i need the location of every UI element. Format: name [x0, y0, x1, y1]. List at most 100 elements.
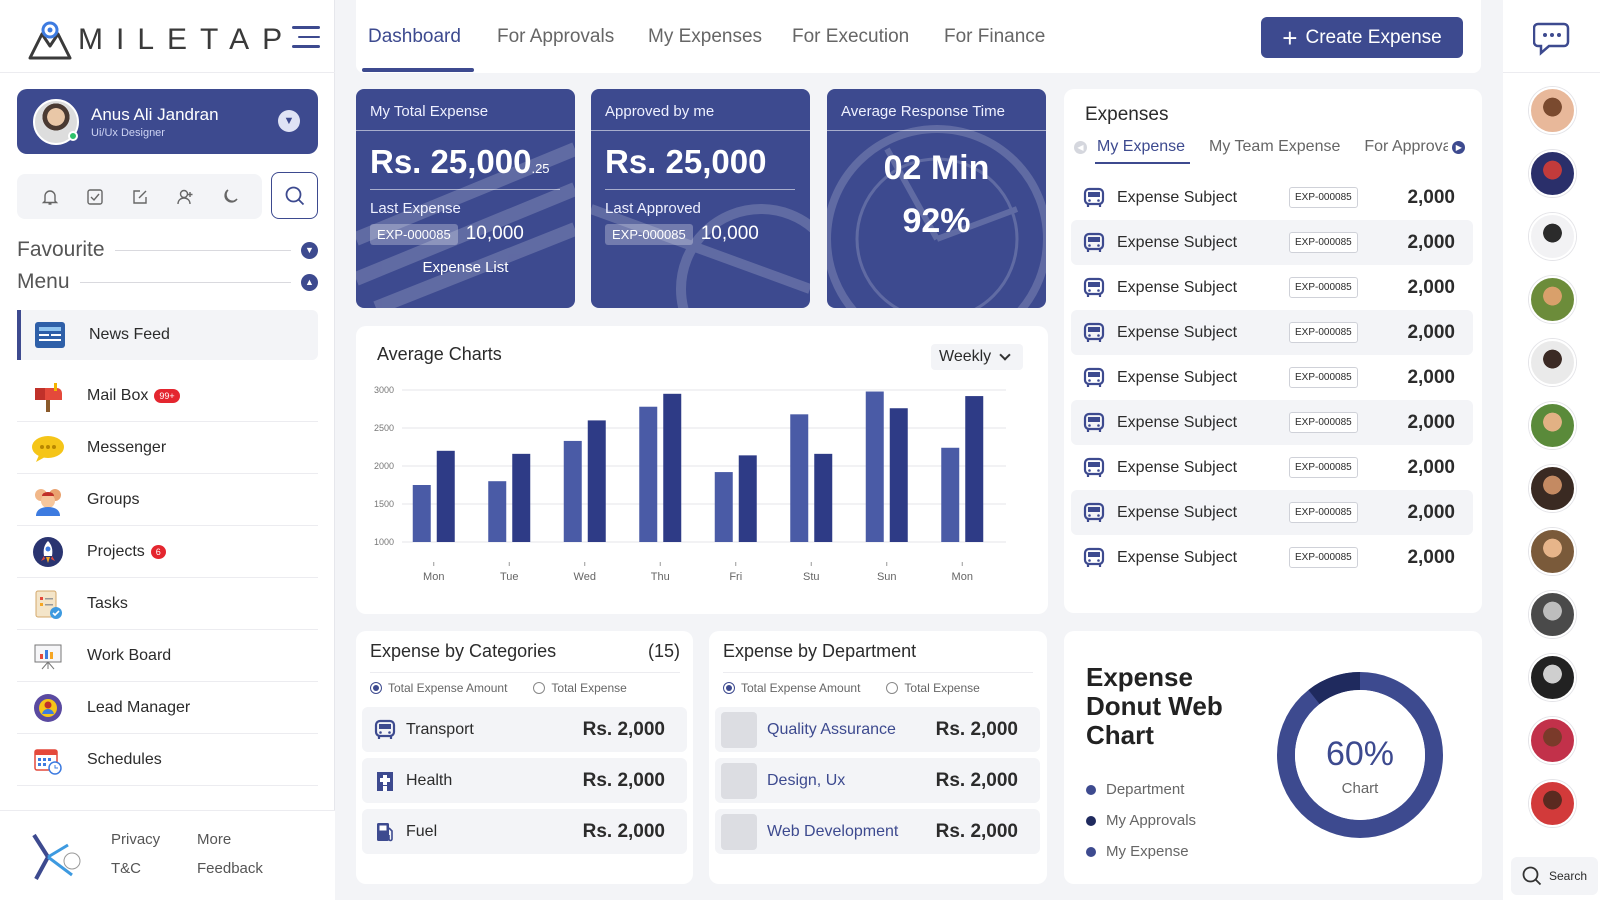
legend-label: My Expense: [1106, 843, 1189, 860]
edit-icon[interactable]: [129, 186, 151, 208]
chevron-up-icon[interactable]: ▲: [301, 273, 318, 291]
department-name[interactable]: Design, Ux: [767, 772, 845, 790]
expense-row[interactable]: Expense Subject EXP-000085 2,000: [1071, 220, 1473, 265]
sidebar-item-tasks[interactable]: Tasks: [17, 578, 318, 630]
expense-row[interactable]: Expense Subject EXP-000085 2,000: [1071, 400, 1473, 445]
tab-for-execution[interactable]: For Execution: [792, 26, 909, 48]
online-status-dot: [68, 130, 78, 141]
department-list: Quality Assurance Rs. 2,000 Design, Ux R…: [715, 707, 1040, 860]
total-expense-amount-radio[interactable]: Total Expense Amount: [370, 681, 507, 695]
contact-avatar[interactable]: [1529, 150, 1576, 197]
contact-avatar[interactable]: [1529, 213, 1576, 260]
divider: [0, 72, 335, 73]
department-row-quality-assurance[interactable]: Quality Assurance Rs. 2,000: [715, 707, 1040, 752]
tab-for-approvals[interactable]: For Approvals: [1364, 138, 1448, 156]
sidebar-item-projects[interactable]: Projects 6: [17, 526, 318, 578]
bus-icon: [1083, 547, 1105, 567]
contact-avatar[interactable]: [1529, 591, 1576, 638]
terms-link[interactable]: T&C: [111, 860, 197, 877]
average-response-time-card[interactable]: Average Response Time 02 Min 92%: [827, 89, 1046, 308]
menu-section-header[interactable]: Menu ▲: [17, 270, 318, 294]
checkbox-icon[interactable]: [84, 186, 106, 208]
bar: [865, 391, 884, 542]
contact-avatar[interactable]: [1529, 780, 1576, 827]
department-name[interactable]: Web Development: [767, 823, 898, 841]
chat-icon[interactable]: [1533, 20, 1573, 56]
expense-row[interactable]: Expense Subject EXP-000085 2,000: [1071, 265, 1473, 310]
total-expense-radio[interactable]: Total Expense: [533, 681, 627, 695]
sidebar-item-work-board[interactable]: Work Board: [17, 630, 318, 682]
category-value: Rs. 2,000: [582, 769, 665, 791]
sidebar-item-lead-manager[interactable]: Lead Manager: [17, 682, 318, 734]
last-approved-amount: 10,000: [700, 223, 759, 244]
chevron-left-icon[interactable]: ◀: [1074, 140, 1087, 154]
contact-avatar[interactable]: [1529, 87, 1576, 134]
contact-avatar[interactable]: [1529, 276, 1576, 323]
expense-row[interactable]: Expense Subject EXP-000085 2,000: [1071, 490, 1473, 535]
add-user-icon[interactable]: [174, 186, 196, 208]
contact-avatar[interactable]: [1529, 339, 1576, 386]
chevron-down-icon[interactable]: ▼: [301, 241, 318, 259]
contact-avatar[interactable]: [1529, 465, 1576, 512]
sidebar-item-label: Groups: [87, 490, 140, 508]
hamburger-menu-icon[interactable]: [292, 26, 320, 48]
legend-item-my-approvals[interactable]: My Approvals: [1086, 812, 1196, 829]
expense-subject: Expense Subject: [1117, 458, 1238, 476]
x-tick-label: Thu: [651, 571, 670, 583]
dark-mode-moon-icon[interactable]: [219, 186, 241, 208]
user-card[interactable]: Anus Ali Jandran Ui/Ux Designer ▼: [17, 89, 318, 154]
category-row-transport[interactable]: Transport Rs. 2,000: [362, 707, 687, 752]
expense-row[interactable]: Expense Subject EXP-000085 2,000: [1071, 310, 1473, 355]
expense-subject: Expense Subject: [1117, 188, 1238, 206]
chevron-down-icon[interactable]: ▼: [278, 110, 300, 132]
tab-dashboard[interactable]: Dashboard: [368, 26, 461, 48]
sidebar-item-mail-box[interactable]: Mail Box 99+: [17, 370, 318, 422]
expense-row[interactable]: Expense Subject EXP-000085 2,000: [1071, 175, 1473, 220]
tab-my-expense[interactable]: My Expense: [1097, 138, 1185, 156]
total-expense-radio[interactable]: Total Expense: [886, 681, 980, 695]
total-expense-card[interactable]: My Total Expense Rs. 25,000.25 Last Expe…: [356, 89, 575, 308]
create-expense-button[interactable]: + Create Expense: [1261, 17, 1463, 58]
contact-avatar[interactable]: [1529, 654, 1576, 701]
department-row-web-development[interactable]: Web Development Rs. 2,000: [715, 809, 1040, 854]
app-root: MILETAP Anus Ali Jandran Ui/Ux Designer …: [0, 0, 1600, 900]
category-row-fuel[interactable]: Fuel Rs. 2,000: [362, 809, 687, 854]
expense-list-link[interactable]: Expense List: [356, 259, 575, 276]
tab-my-expenses[interactable]: My Expenses: [648, 26, 762, 48]
search-button[interactable]: [271, 172, 318, 219]
category-row-health[interactable]: Health Rs. 2,000: [362, 758, 687, 803]
tab-my-team-expense[interactable]: My Team Expense: [1209, 138, 1340, 156]
more-link[interactable]: More: [197, 831, 287, 848]
department-value: Rs. 2,000: [935, 820, 1018, 842]
feedback-link[interactable]: Feedback: [197, 860, 287, 877]
contact-avatar[interactable]: [1529, 528, 1576, 575]
sidebar-item-news-feed[interactable]: News Feed: [17, 310, 318, 360]
bell-icon[interactable]: [39, 186, 61, 208]
privacy-link[interactable]: Privacy: [111, 831, 197, 848]
legend-item-my-expense[interactable]: My Expense: [1086, 843, 1196, 860]
expense-row[interactable]: Expense Subject EXP-000085 2,000: [1071, 355, 1473, 400]
y-tick-label: 2500: [374, 423, 394, 433]
expense-row[interactable]: Expense Subject EXP-000085 2,000: [1071, 445, 1473, 490]
sidebar-item-schedules[interactable]: Schedules: [17, 734, 318, 786]
total-expense-amount-radio[interactable]: Total Expense Amount: [723, 681, 860, 695]
contact-avatar[interactable]: [1529, 717, 1576, 764]
sidebar-item-messenger[interactable]: Messenger: [17, 422, 318, 474]
brand-logo[interactable]: MILETAP: [28, 18, 295, 62]
period-dropdown[interactable]: Weekly: [931, 344, 1023, 370]
department-thumbnail: [721, 813, 757, 850]
chevron-right-icon[interactable]: ▶: [1452, 140, 1466, 154]
approved-by-me-card[interactable]: Approved by me Rs. 25,000 Last Approved …: [591, 89, 810, 308]
favourite-section-header[interactable]: Favourite ▼: [17, 238, 318, 262]
contacts-search[interactable]: Search: [1511, 857, 1598, 895]
sidebar-item-groups[interactable]: Groups: [17, 474, 318, 526]
expense-row[interactable]: Expense Subject EXP-000085 2,000: [1071, 535, 1473, 580]
tab-for-finance[interactable]: For Finance: [944, 26, 1045, 48]
department-row-design-ux[interactable]: Design, Ux Rs. 2,000: [715, 758, 1040, 803]
legend-item-department[interactable]: Department: [1086, 781, 1196, 798]
tab-for-approvals[interactable]: For Approvals: [497, 26, 614, 48]
sidebar-item-label: Mail Box: [87, 386, 149, 404]
y-tick-label: 2000: [374, 461, 394, 471]
contact-avatar[interactable]: [1529, 402, 1576, 449]
department-name[interactable]: Quality Assurance: [767, 721, 896, 739]
